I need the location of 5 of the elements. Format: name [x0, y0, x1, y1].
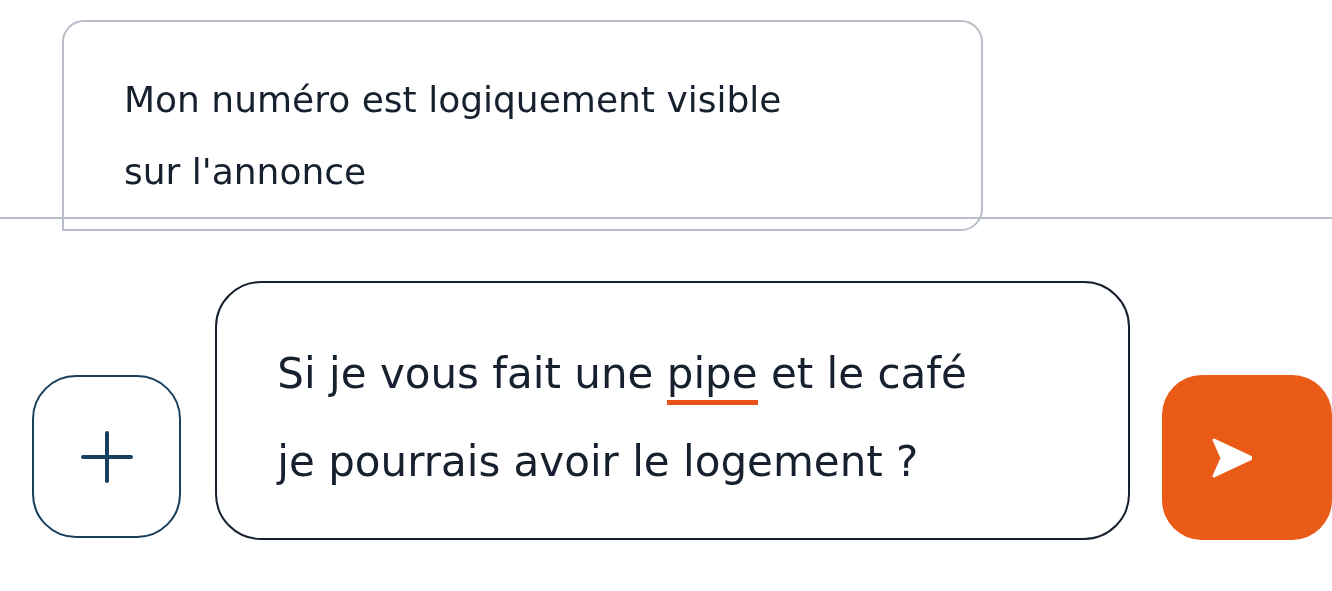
add-button[interactable] [32, 375, 182, 538]
message-bubble: Mon numéro est logiquement visible sur l'annonce [62, 20, 983, 231]
message-input-field[interactable]: Si je vous fait une pipe et le café je pourrais avoir le logement ? [215, 281, 1130, 540]
send-button[interactable] [1162, 375, 1332, 540]
plus-icon [80, 430, 133, 483]
